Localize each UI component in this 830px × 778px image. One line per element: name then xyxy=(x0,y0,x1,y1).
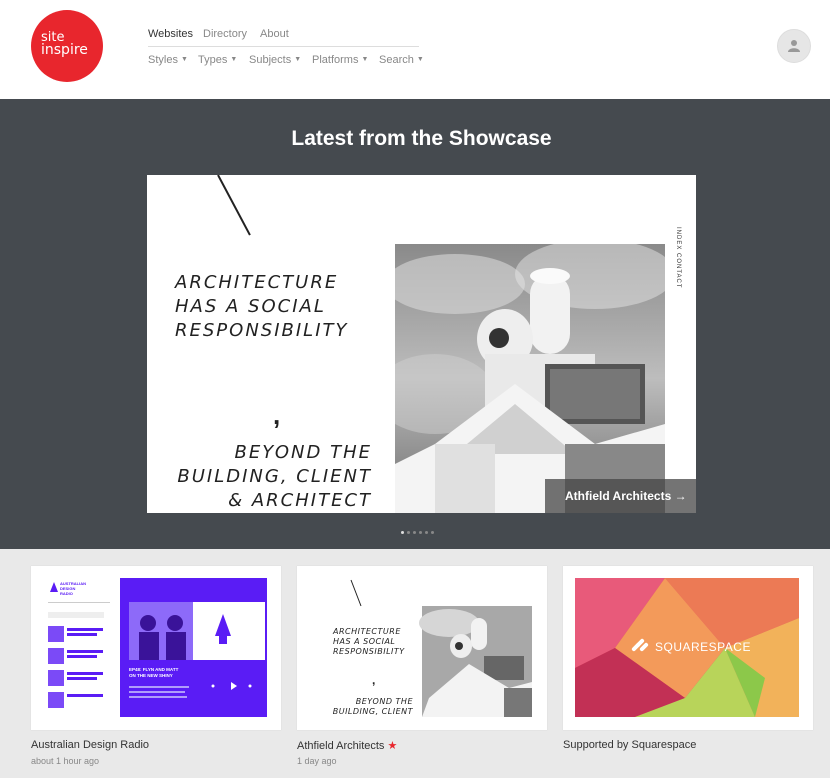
card-thumbnail[interactable]: AUSTRALIAN DESIGN RADIO EP48: FLYN AND M… xyxy=(43,578,267,717)
svg-text:RADIO: RADIO xyxy=(60,591,73,596)
slide-dot[interactable] xyxy=(401,531,404,534)
primary-nav: Websites Directory About xyxy=(148,28,419,47)
slide-dot[interactable] xyxy=(425,531,428,534)
card-title-australian-design-radio[interactable]: Australian Design Radio xyxy=(31,739,149,751)
slide-dot[interactable] xyxy=(413,531,416,534)
athfield-preview: ARCHITECTURE HAS A SOCIAL RESPONSIBILITY… xyxy=(309,578,533,717)
nav-styles-dropdown[interactable]: Styles ▼ xyxy=(148,54,188,66)
squarespace-ad: SQUARESPACE xyxy=(575,578,799,717)
slide-dot[interactable] xyxy=(431,531,434,534)
user-avatar-button[interactable] xyxy=(777,29,811,63)
slide-dot[interactable] xyxy=(407,531,410,534)
adr-episode-text: EP48: FLYN AND MATT xyxy=(129,667,179,672)
nav-websites[interactable]: Websites xyxy=(148,28,193,40)
caret-down-icon: ▼ xyxy=(180,56,188,63)
sponsor-card-squarespace[interactable]: SQUARESPACE xyxy=(563,566,813,730)
logo-line-2: inspire xyxy=(41,42,88,58)
nav-about[interactable]: About xyxy=(260,28,289,40)
card-title-squarespace[interactable]: Supported by Squarespace xyxy=(563,739,696,751)
nav-subjects-label: Subjects xyxy=(249,54,292,66)
siteinspire-logo[interactable]: site inspire xyxy=(31,10,103,82)
hero-headline: ARCHITECTURE HAS A SOCIAL RESPONSIBILITY xyxy=(175,272,349,341)
caret-down-icon: ▼ xyxy=(230,56,238,63)
showcase-title: Latest from the Showcase xyxy=(291,127,552,150)
adr-preview: AUSTRALIAN DESIGN RADIO EP48: FLYN AND M… xyxy=(43,578,267,717)
svg-text:ON THE NEW SHINY: ON THE NEW SHINY xyxy=(129,673,173,678)
site-card-australian-design-radio[interactable]: AUSTRALIAN DESIGN RADIO EP48: FLYN AND M… xyxy=(31,566,281,730)
svg-text:BUILDING, CLIENT: BUILDING, CLIENT xyxy=(333,707,414,716)
caret-down-icon: ▼ xyxy=(361,56,369,63)
svg-text:BEYOND THE: BEYOND THE xyxy=(356,697,414,706)
card-thumbnail[interactable]: SQUARESPACE xyxy=(575,578,799,717)
hero-subline: BEYOND THE BUILDING, CLIENT & ARCHITECT xyxy=(177,442,372,511)
showcase-slide[interactable]: ARCHITECTURE HAS A SOCIAL RESPONSIBILITY… xyxy=(147,175,696,513)
featured-star-icon: ★ xyxy=(387,740,398,752)
slash-mark xyxy=(217,175,251,236)
card-title-text: Athfield Architects xyxy=(297,740,385,752)
slide-dot[interactable] xyxy=(419,531,422,534)
building-photo xyxy=(395,244,665,513)
nav-directory[interactable]: Directory xyxy=(203,28,247,40)
vertical-menu-links[interactable]: INDEX CONTACT xyxy=(675,227,681,289)
svg-text:RESPONSIBILITY: RESPONSIBILITY xyxy=(333,647,405,656)
card-title-athfield-architects[interactable]: Athfield Architects ★ xyxy=(297,739,397,752)
caret-down-icon: ▼ xyxy=(416,56,424,63)
svg-text:HAS A SOCIAL: HAS A SOCIAL xyxy=(333,637,395,646)
squarespace-wordmark: SQUARESPACE xyxy=(655,640,751,654)
nav-types-dropdown[interactable]: Types ▼ xyxy=(198,54,237,66)
card-time: 1 day ago xyxy=(297,756,337,766)
nav-platforms-dropdown[interactable]: Platforms ▼ xyxy=(312,54,368,66)
user-icon xyxy=(788,40,800,52)
caret-down-icon: ▼ xyxy=(294,56,302,63)
nav-platforms-label: Platforms xyxy=(312,54,359,66)
site-header: site inspire Websites Directory About St… xyxy=(0,0,830,99)
nav-subjects-dropdown[interactable]: Subjects ▼ xyxy=(249,54,301,66)
showcase-section: Latest from the Showcase ARCHITECTURE HA… xyxy=(0,99,830,549)
showcase-caption-link[interactable]: Athfield Architects → xyxy=(545,479,696,513)
svg-text:ARCHITECTURE: ARCHITECTURE xyxy=(332,627,401,636)
card-time: about 1 hour ago xyxy=(31,756,100,766)
site-card-athfield-architects[interactable]: ARCHITECTURE HAS A SOCIAL RESPONSIBILITY… xyxy=(297,566,547,730)
nav-types-label: Types xyxy=(198,54,228,66)
svg-text:,: , xyxy=(372,673,375,687)
nav-search-dropdown[interactable]: Search ▼ xyxy=(379,54,424,66)
hero-comma: , xyxy=(273,400,281,430)
nav-search-label: Search xyxy=(379,54,414,66)
nav-styles-label: Styles xyxy=(148,54,178,66)
card-thumbnail[interactable]: ARCHITECTURE HAS A SOCIAL RESPONSIBILITY… xyxy=(309,578,533,717)
